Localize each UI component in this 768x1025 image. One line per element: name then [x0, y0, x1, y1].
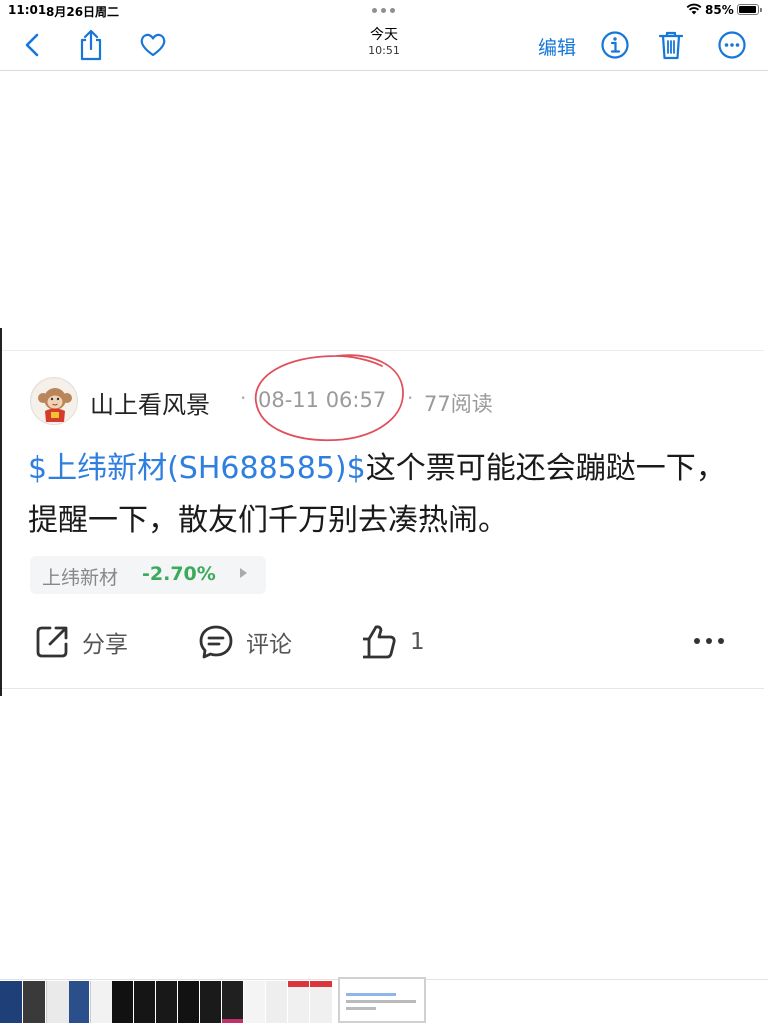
meta-separator: · — [240, 386, 247, 410]
battery-icon — [737, 4, 759, 15]
post-body: $上纬新材(SH688585)$这个票可能还会蹦跶一下，提醒一下，散友们千万别去… — [28, 443, 738, 547]
thumbnail[interactable] — [46, 981, 69, 1023]
battery-percent: 85% — [705, 3, 734, 17]
status-time: 11:01 — [8, 3, 47, 17]
multitasking-dots-icon[interactable] — [372, 8, 396, 14]
wifi-icon — [686, 3, 702, 15]
thumbnail[interactable] — [69, 981, 89, 1023]
avatar[interactable] — [30, 377, 78, 425]
thumbnail-current[interactable] — [338, 977, 426, 1023]
stock-link[interactable]: $上纬新材(SH688585)$ — [28, 451, 366, 486]
chevron-right-icon — [240, 568, 247, 578]
thumbnail[interactable] — [23, 981, 45, 1023]
info-button[interactable] — [598, 28, 632, 62]
thumbnail[interactable] — [178, 981, 199, 1023]
share-button[interactable] — [74, 28, 108, 62]
stock-tag[interactable]: 上纬新材 -2.70% — [30, 556, 266, 594]
delete-button[interactable] — [654, 28, 688, 62]
trash-icon — [658, 31, 684, 60]
thumbnail[interactable] — [90, 981, 112, 1023]
thumbnail[interactable] — [134, 981, 155, 1023]
like-action[interactable]: 1 — [360, 622, 425, 662]
comment-label: 评论 — [246, 632, 292, 658]
thumbnail[interactable] — [244, 981, 265, 1023]
nav-date-title: 今天 — [370, 27, 398, 43]
author-name[interactable]: 山上看风景 — [90, 385, 210, 420]
thumbs-up-icon — [363, 625, 396, 659]
thumbnail[interactable] — [156, 981, 177, 1023]
like-count: 1 — [410, 629, 425, 655]
thumbnail[interactable] — [200, 981, 221, 1023]
back-button[interactable] — [16, 28, 50, 62]
nav-time-subtitle: 10:51 — [368, 44, 400, 57]
status-date: 8月26日周二 — [46, 5, 120, 19]
share-out-icon — [36, 626, 68, 658]
stock-tag-name: 上纬新材 — [42, 567, 119, 589]
stock-tag-change: -2.70% — [142, 563, 216, 585]
thumbnail[interactable] — [310, 981, 332, 1023]
more-button[interactable] — [715, 28, 749, 62]
comment-bubble-icon — [199, 625, 233, 659]
thumbnail[interactable] — [0, 981, 22, 1023]
thumbnail[interactable] — [222, 981, 243, 1023]
favorite-button[interactable] — [136, 28, 170, 62]
thumbnail[interactable] — [288, 981, 309, 1023]
screenshot-edge — [0, 328, 2, 696]
status-bar: 11:01 8月26日周二 85% — [0, 0, 768, 22]
read-count: 77阅读 — [424, 392, 493, 416]
thumbnail[interactable] — [112, 981, 133, 1023]
edit-button[interactable]: 编辑 — [538, 33, 576, 60]
more-icon — [718, 31, 746, 59]
divider — [2, 688, 764, 689]
heart-icon — [140, 33, 166, 57]
post-time: 08-11 06:57 — [258, 388, 387, 412]
share-label: 分享 — [82, 632, 128, 658]
divider — [2, 350, 764, 351]
thumbnail[interactable] — [266, 981, 287, 1023]
back-icon — [25, 33, 39, 57]
battery-tip — [760, 8, 762, 12]
post-more-button[interactable] — [694, 638, 724, 644]
nav-bar: 今天 10:51 编辑 — [0, 22, 768, 71]
info-icon — [601, 31, 629, 59]
thumbnail-strip — [0, 977, 768, 1025]
comment-action[interactable]: 评论 — [198, 622, 292, 662]
nav-title: 今天 10:51 — [334, 26, 434, 58]
meta-separator: · — [407, 386, 414, 410]
share-action[interactable]: 分享 — [34, 622, 128, 662]
share-icon — [80, 29, 102, 61]
monkey-avatar-icon — [32, 379, 77, 424]
